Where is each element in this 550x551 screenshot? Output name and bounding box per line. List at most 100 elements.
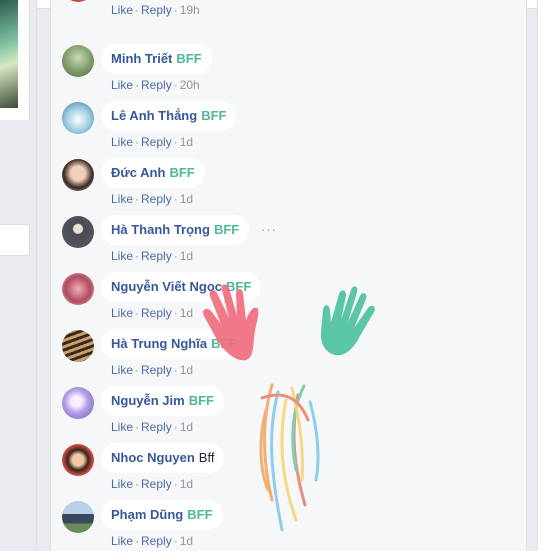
separator: · (173, 3, 178, 17)
left-column-photo (0, 0, 18, 108)
commenter-name[interactable]: Nhoc Nguyen (111, 450, 195, 465)
comment-text: BFF (176, 51, 202, 66)
like-link[interactable]: Like (111, 306, 133, 320)
separator: · (173, 363, 178, 377)
comment-item: Nguyễn Viết Ngọc BFF Like · Reply · 1d (62, 272, 502, 323)
separator: · (135, 534, 140, 548)
avatar[interactable] (62, 273, 94, 305)
separator: · (173, 249, 178, 263)
comment-actions: Like · Reply · 19h (111, 3, 200, 17)
reply-link[interactable]: Reply (141, 135, 172, 149)
comment-bubble: Hà Trung Nghĩa BFF (101, 329, 247, 359)
timestamp[interactable]: 1d (180, 534, 193, 548)
timestamp[interactable]: 1d (180, 306, 193, 320)
comment-actions: Like · Reply · 1d (111, 135, 193, 149)
scrollbar-track[interactable] (537, 0, 550, 551)
comment-item: Hà Trung Nghĩa BFF Like · Reply · 1d (62, 329, 502, 380)
commenter-name[interactable]: Đức Anh (111, 165, 165, 180)
reply-link[interactable]: Reply (141, 192, 172, 206)
separator: · (135, 78, 140, 92)
separator: · (173, 192, 178, 206)
timestamp[interactable]: 1d (180, 363, 193, 377)
comment-actions: Like · Reply · 1d (111, 534, 193, 548)
comment-actions: Like · Reply · 1d (111, 363, 193, 377)
timestamp[interactable]: 20h (180, 78, 200, 92)
comment-text: BFF (211, 336, 237, 351)
reply-link[interactable]: Reply (141, 249, 172, 263)
commenter-name[interactable]: Nguyễn Viết Ngọc (111, 279, 222, 294)
timestamp[interactable]: 1d (180, 420, 193, 434)
separator: · (135, 135, 140, 149)
like-link[interactable]: Like (111, 249, 133, 263)
left-column-card (0, 0, 30, 120)
reply-link[interactable]: Reply (141, 363, 172, 377)
commenter-name[interactable]: Phạm Dũng (111, 507, 183, 522)
separator: · (135, 3, 140, 17)
like-link[interactable]: Like (111, 135, 133, 149)
reply-link[interactable]: Reply (141, 306, 172, 320)
timestamp[interactable]: 1d (180, 477, 193, 491)
comment-item: Minh Triết BFF Like · Reply · 20h (62, 44, 502, 95)
avatar[interactable] (62, 216, 94, 248)
avatar[interactable] (62, 387, 94, 419)
comment-item: Hà Thanh Trọng BFF ··· Like · Reply · 1d (62, 215, 502, 266)
comment-text: BFF (187, 507, 213, 522)
like-link[interactable]: Like (111, 477, 133, 491)
column-divider (36, 0, 37, 551)
timestamp[interactable]: 1d (180, 135, 193, 149)
commenter-name[interactable]: Lê Anh Thắng (111, 108, 197, 123)
avatar[interactable] (62, 444, 94, 476)
comment-item: Nhoc Nguyen Bff Like · Reply · 1d (62, 443, 502, 494)
comment-actions: Like · Reply · 1d (111, 249, 193, 263)
comment-bubble: Minh Triết BFF (101, 44, 212, 74)
separator: · (173, 534, 178, 548)
avatar[interactable] (62, 0, 94, 2)
comment-item: Nguyễn Jim BFF Like · Reply · 1d (62, 386, 502, 437)
commenter-name[interactable]: Hà Trung Nghĩa (111, 336, 207, 351)
avatar[interactable] (62, 102, 94, 134)
timestamp[interactable]: 19h (180, 3, 200, 17)
avatar[interactable] (62, 45, 94, 77)
more-options-icon[interactable]: ··· (261, 222, 277, 237)
comment-actions: Like · Reply · 1d (111, 192, 193, 206)
comment-bubble: Nguyễn Viết Ngọc BFF (101, 272, 262, 302)
commenter-name[interactable]: Minh Triết (111, 51, 172, 66)
comment-bubble: Hà Thanh Trọng BFF (101, 215, 250, 245)
reply-link[interactable]: Reply (141, 3, 172, 17)
left-column-box (0, 224, 30, 256)
reply-link[interactable]: Reply (141, 78, 172, 92)
comment-text: BFF (188, 393, 214, 408)
separator: · (173, 78, 178, 92)
comment-bubble: Nguyễn Jim BFF (101, 386, 224, 416)
comment-text: BFF (213, 222, 240, 237)
separator: · (173, 477, 178, 491)
commenter-name[interactable]: Nguyễn Jim (111, 393, 185, 408)
timestamp[interactable]: 1d (180, 249, 193, 263)
separator: · (135, 363, 140, 377)
comment-item: Phạm Dũng BFF Like · Reply · 1d (62, 500, 502, 551)
separator: · (173, 306, 178, 320)
comment-text: Bff (198, 450, 215, 465)
reply-link[interactable]: Reply (141, 420, 172, 434)
like-link[interactable]: Like (111, 363, 133, 377)
like-link[interactable]: Like (111, 3, 133, 17)
like-link[interactable]: Like (111, 534, 133, 548)
timestamp[interactable]: 1d (180, 192, 193, 206)
like-link[interactable]: Like (111, 192, 133, 206)
comment-actions: Like · Reply · 1d (111, 420, 193, 434)
comment-text: BFF (201, 108, 227, 123)
avatar[interactable] (62, 330, 94, 362)
avatar[interactable] (62, 159, 94, 191)
comment-actions: Like · Reply · 20h (111, 78, 200, 92)
commenter-name[interactable]: Hà Thanh Trọng (111, 222, 210, 237)
like-link[interactable]: Like (111, 78, 133, 92)
reply-link[interactable]: Reply (141, 477, 172, 491)
avatar[interactable] (62, 501, 94, 533)
like-link[interactable]: Like (111, 420, 133, 434)
reply-link[interactable]: Reply (141, 534, 172, 548)
separator: · (173, 135, 178, 149)
comment-item: Lê Anh Thắng BFF Like · Reply · 1d (62, 101, 502, 152)
comment-bubble: Nhoc Nguyen Bff (101, 443, 225, 473)
comment-item: Đức Anh BFF Like · Reply · 1d (62, 158, 502, 209)
comment-text: BFF (169, 165, 195, 180)
